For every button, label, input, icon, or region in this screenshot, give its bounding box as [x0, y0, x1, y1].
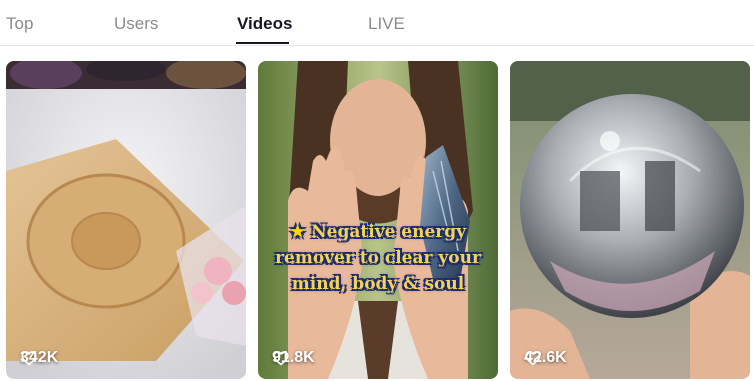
- video-thumbnail-image: [6, 61, 246, 379]
- heart-icon: [525, 351, 541, 366]
- heart-icon: [21, 351, 37, 366]
- search-tabs: Top Users Videos LIVE: [0, 0, 754, 46]
- star-emoji-icon: ★: [289, 222, 306, 242]
- video-caption: ★ Negative energy remover to clear your …: [258, 219, 498, 297]
- heart-icon: [273, 351, 289, 366]
- tab-top[interactable]: Top: [6, 14, 33, 34]
- video-card[interactable]: ★ Negative energy remover to clear your …: [258, 61, 498, 379]
- tab-videos[interactable]: Videos: [237, 14, 292, 34]
- video-card[interactable]: 342K: [6, 61, 246, 379]
- tab-users[interactable]: Users: [114, 14, 158, 34]
- video-thumbnail-image: [510, 61, 750, 379]
- video-card[interactable]: 42.6K: [510, 61, 750, 379]
- caption-line: Negative energy: [311, 222, 467, 242]
- caption-line: mind, body & soul: [291, 274, 465, 294]
- active-tab-indicator: [236, 42, 289, 44]
- caption-line: remover to clear your: [275, 248, 481, 268]
- tab-live[interactable]: LIVE: [368, 14, 405, 34]
